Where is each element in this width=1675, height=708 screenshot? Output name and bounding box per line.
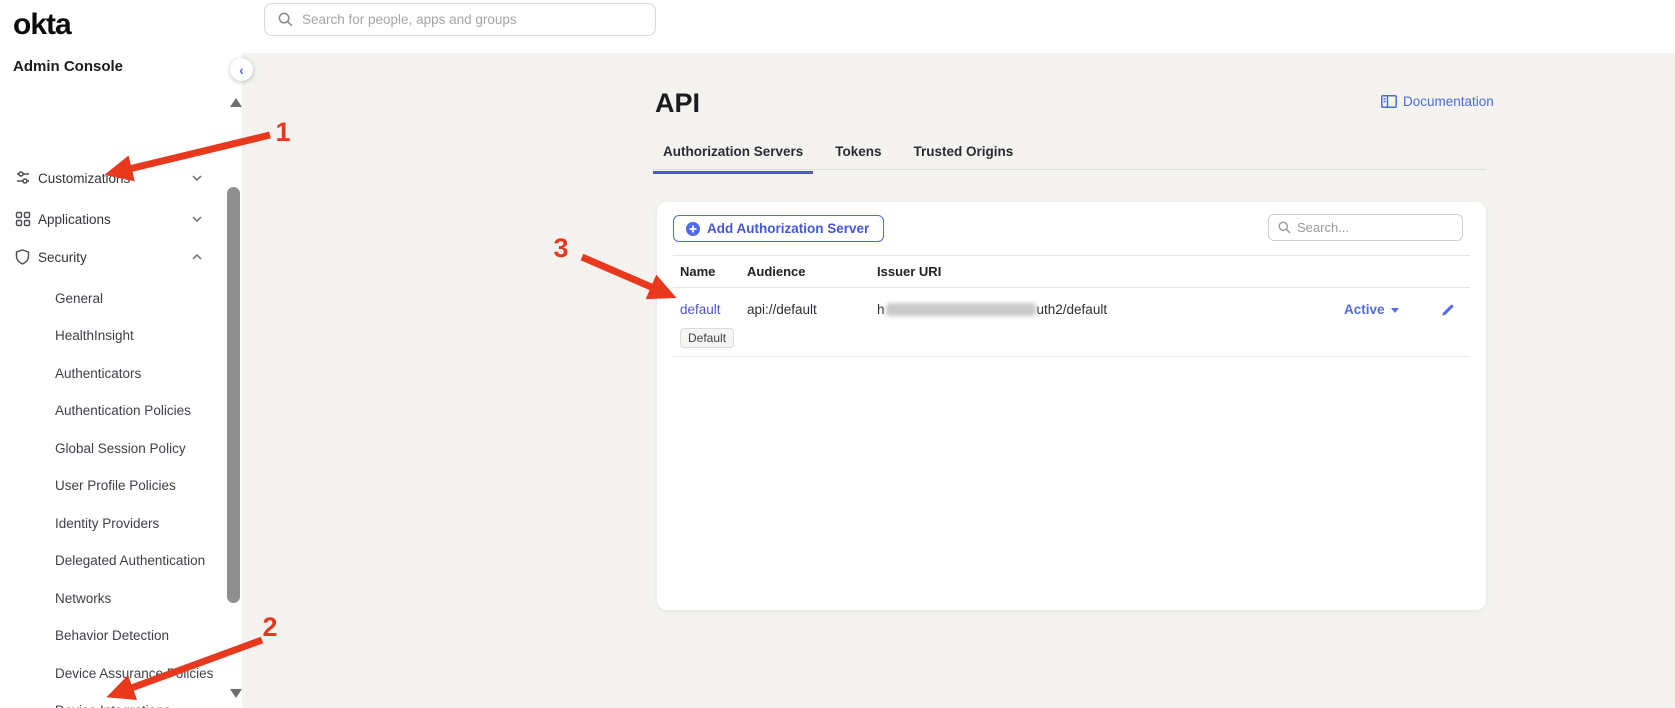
sidebar-item-global-session-policy[interactable]: Global Session Policy [55, 439, 186, 457]
sidebar-item-networks[interactable]: Networks [55, 589, 111, 607]
sidebar-item-device-assurance-policies[interactable]: Device Assurance Policies [55, 664, 213, 682]
sidebar-item-label: Applications [38, 212, 111, 227]
cell-issuer-uri: h uth2/default [877, 301, 1344, 317]
annotation-number-2: 2 [257, 612, 283, 643]
documentation-label: Documentation [1403, 94, 1494, 109]
page-title: API [655, 88, 700, 119]
okta-logo: okta [13, 8, 71, 42]
table-row: default Default api://default h uth2/defa… [673, 288, 1470, 357]
table-search-box[interactable] [1268, 214, 1463, 241]
sidebar-item-label: Security [38, 250, 87, 265]
global-search-box[interactable] [264, 3, 656, 36]
edit-pencil-icon[interactable] [1439, 302, 1456, 319]
search-icon [1278, 221, 1291, 234]
authorization-servers-panel: Add Authorization Server Name Audience I… [657, 202, 1486, 610]
sidebar-item-user-profile-policies[interactable]: User Profile Policies [55, 477, 176, 495]
sidebar-collapse-button[interactable]: ‹ [230, 58, 253, 81]
sidebar-item-authenticators[interactable]: Authenticators [55, 364, 141, 382]
sidebar-item-general[interactable]: General [55, 289, 103, 307]
scrollbar-down-arrow[interactable] [230, 689, 242, 698]
global-search-input[interactable] [302, 12, 655, 27]
top-bar [242, 0, 1675, 53]
column-header-issuer-uri: Issuer URI [877, 264, 1344, 279]
documentation-link[interactable]: Documentation [1381, 94, 1494, 109]
sidebar-item-behavior-detection[interactable]: Behavior Detection [55, 627, 169, 645]
cell-audience: api://default [747, 301, 877, 317]
add-authorization-server-button[interactable]: Add Authorization Server [673, 215, 884, 242]
sidebar-item-delegated-authentication[interactable]: Delegated Authentication [55, 552, 205, 570]
issuer-prefix: h [877, 302, 885, 317]
documentation-icon [1381, 95, 1397, 108]
status-label: Active [1344, 302, 1385, 317]
add-button-label: Add Authorization Server [707, 221, 869, 236]
sidebar-item-identity-providers[interactable]: Identity Providers [55, 514, 159, 532]
sidebar-nav: Customizations Applications Security [0, 85, 226, 708]
sidebar: okta Admin Console Customizations Applic… [0, 0, 242, 708]
chevron-down-icon [192, 216, 202, 222]
scrollbar-thumb[interactable] [227, 187, 240, 603]
sidebar-item-label: Customizations [38, 171, 130, 186]
default-badge: Default [680, 328, 734, 348]
shield-icon [15, 249, 31, 265]
console-title: Admin Console [13, 58, 123, 75]
cell-name: default Default [680, 301, 747, 348]
customizations-icon [15, 170, 31, 186]
search-icon [278, 12, 293, 27]
annotation-number-3: 3 [548, 233, 574, 264]
table-search-input[interactable] [1297, 220, 1437, 235]
caret-down-icon [1391, 308, 1399, 313]
sidebar-item-customizations[interactable]: Customizations [0, 159, 226, 197]
sidebar-item-healthinsight[interactable]: HealthInsight [55, 327, 134, 345]
annotation-number-1: 1 [270, 117, 296, 148]
sidebar-item-authentication-policies[interactable]: Authentication Policies [55, 402, 191, 420]
default-server-link[interactable]: default [680, 302, 721, 317]
applications-grid-icon [15, 211, 31, 227]
column-header-name: Name [680, 264, 747, 279]
tab-divider [653, 169, 1486, 170]
okta-admin-console: okta Admin Console Customizations Applic… [0, 0, 1675, 708]
sidebar-item-security[interactable]: Security [0, 238, 226, 276]
column-header-audience: Audience [747, 264, 877, 279]
issuer-redacted-blur [886, 303, 1036, 316]
plus-circle-icon [686, 222, 700, 236]
table-header-row: Name Audience Issuer URI [673, 255, 1470, 288]
chevron-up-icon [192, 254, 202, 260]
issuer-suffix: uth2/default [1037, 302, 1108, 317]
chevron-down-icon [192, 175, 202, 181]
authorization-servers-table: Name Audience Issuer URI default Default… [673, 255, 1470, 357]
sidebar-item-applications[interactable]: Applications [0, 200, 226, 238]
scrollbar-up-arrow[interactable] [230, 98, 242, 107]
status-dropdown[interactable]: Active [1344, 301, 1424, 317]
sidebar-item-device-integrations[interactable]: Device Integrations [55, 702, 171, 708]
